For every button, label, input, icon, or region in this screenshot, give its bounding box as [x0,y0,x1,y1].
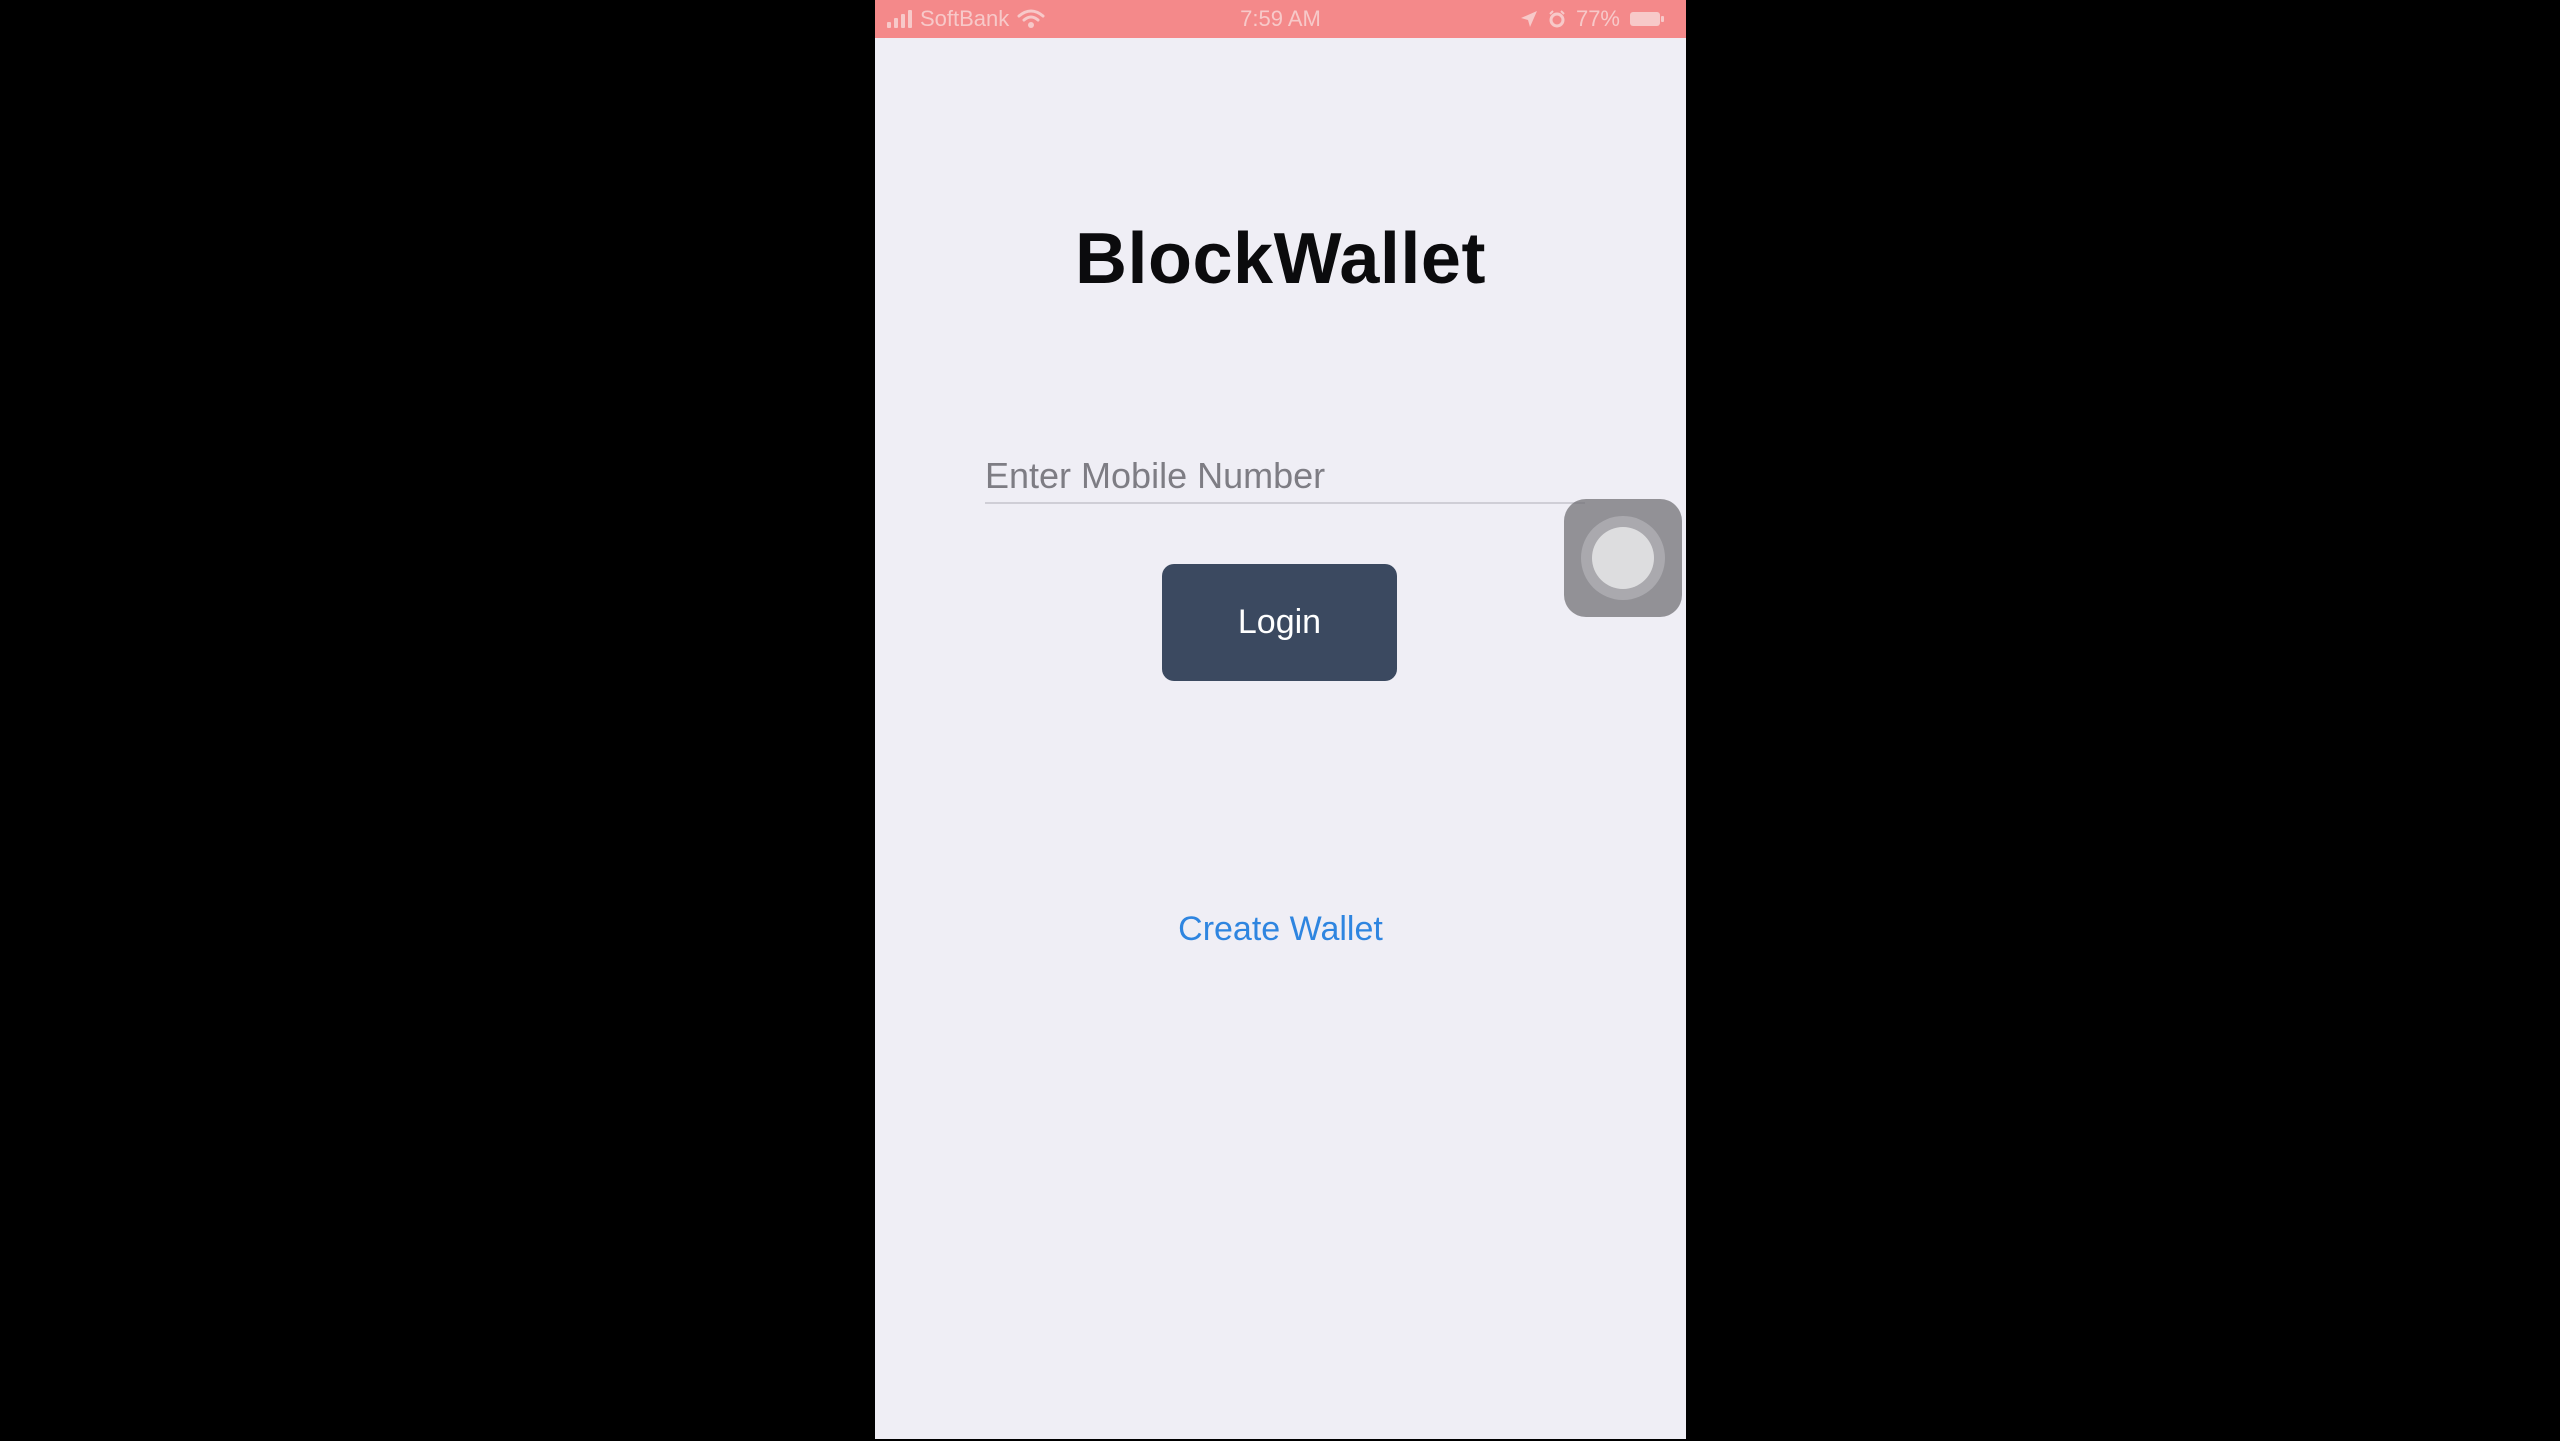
status-bar: SoftBank 7:59 AM 77% [875,0,1686,38]
login-button[interactable]: Login [1162,564,1397,681]
assistive-touch-center-icon [1592,527,1654,589]
battery-percent: 77% [1575,6,1620,31]
mobile-number-input[interactable] [985,450,1585,504]
status-right: 77% [1520,6,1664,32]
assistive-touch-button[interactable] [1564,499,1682,617]
screen-recording-stage: SoftBank 7:59 AM 77% BlockWallet Enter M… [0,0,2560,1441]
create-wallet-link[interactable]: Create Wallet [875,910,1686,949]
location-icon [1520,11,1537,27]
alarm-icon [1549,10,1565,28]
phone-screen: SoftBank 7:59 AM 77% BlockWallet Enter M… [875,0,1686,1439]
battery-icon [1630,12,1664,26]
app-title: BlockWallet [1075,219,1486,299]
